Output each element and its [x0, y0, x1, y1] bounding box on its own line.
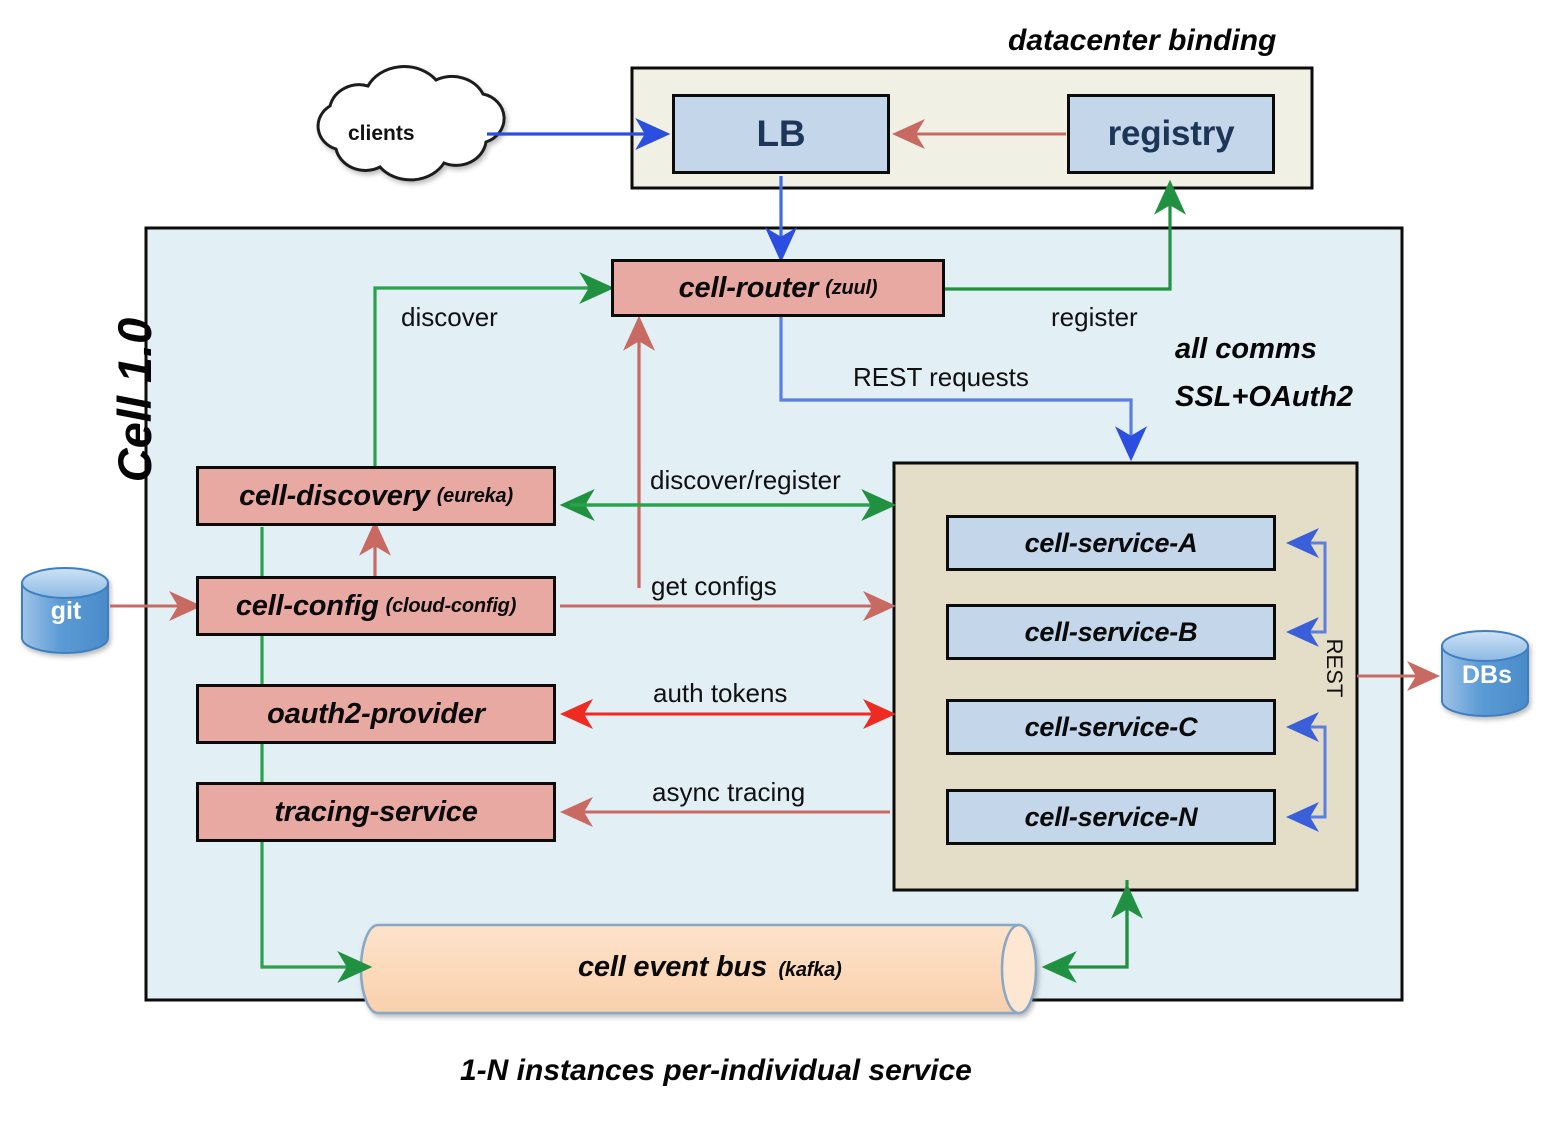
edge-service-b-to-service-a	[1286, 528, 1327, 632]
cell-discovery-node[interactable]: cell-discovery (eureka)	[196, 466, 556, 526]
event-bus-tech: (kafka)	[778, 959, 842, 981]
cell-router-node[interactable]: cell-router (zuul)	[611, 259, 945, 317]
lb-node[interactable]: LB	[672, 94, 890, 174]
cell-service-a-node[interactable]: cell-service-A	[946, 515, 1276, 571]
comms-note-line2: SSL+OAuth2	[1175, 381, 1354, 413]
cell-service-c-label: cell-service-C	[1024, 711, 1198, 742]
registry-node[interactable]: registry	[1067, 94, 1275, 174]
lb-label: LB	[756, 113, 806, 154]
edge-label-async-tracing: async tracing	[652, 777, 806, 807]
bottom-caption: 1-N instances per-individual service	[460, 1054, 972, 1087]
datacenter-binding-caption: datacenter binding	[1008, 24, 1277, 57]
oauth2-provider-label: oauth2-provider	[267, 697, 485, 730]
edge-label-register: register	[1051, 302, 1138, 332]
edge-label-discover-register: discover/register	[650, 465, 841, 495]
event-bus-label-group: cell event bus (kafka)	[578, 951, 842, 984]
oauth2-provider-node[interactable]: oauth2-provider	[196, 684, 556, 744]
edge-label-rest: REST	[1322, 638, 1347, 698]
edge-label-discover: discover	[401, 302, 498, 332]
registry-label: registry	[1107, 114, 1235, 153]
cell-service-b-node[interactable]: cell-service-B	[946, 604, 1276, 660]
cell-router-label: cell-router	[678, 271, 819, 304]
cell-discovery-label: cell-discovery	[239, 479, 430, 512]
cell-service-c-node[interactable]: cell-service-C	[946, 699, 1276, 755]
cell-config-node[interactable]: cell-config (cloud-config)	[196, 576, 556, 636]
git-label: git	[50, 597, 82, 625]
cell-config-label: cell-config	[235, 589, 379, 622]
cell-discovery-tech: (eureka)	[436, 484, 513, 507]
edge-label-auth-tokens: auth tokens	[653, 678, 788, 708]
tracing-service-label: tracing-service	[274, 795, 478, 828]
edge-label-get-configs: get configs	[651, 571, 777, 601]
edge-services-to-event-bus	[1041, 880, 1129, 983]
edge-cell-router-to-registry-register	[945, 179, 1186, 291]
cell-router-tech: (zuul)	[825, 276, 878, 299]
cell-version-label: Cell 1.0	[108, 317, 161, 483]
architecture-diagram: datacenter binding clients LB registry C…	[0, 0, 1560, 1136]
dbs-label: DBs	[1461, 661, 1512, 689]
edge-service-c-to-service-n	[1286, 727, 1327, 832]
edge-label-rest-requests: REST requests	[853, 362, 1029, 392]
edge-service-n-to-service-c	[1286, 712, 1327, 817]
event-bus-label: cell event bus	[578, 951, 767, 983]
clients-label: clients	[348, 122, 415, 145]
cell-service-b-label: cell-service-B	[1024, 616, 1198, 647]
cell-service-a-label: cell-service-A	[1024, 527, 1198, 558]
cell-service-n-label: cell-service-N	[1024, 801, 1198, 832]
cell-service-n-node[interactable]: cell-service-N	[946, 789, 1276, 845]
edge-service-a-to-service-b	[1286, 543, 1327, 647]
comms-note-line1: all comms	[1175, 333, 1317, 365]
tracing-service-node[interactable]: tracing-service	[196, 782, 556, 842]
cell-config-tech: (cloud-config)	[385, 594, 517, 617]
